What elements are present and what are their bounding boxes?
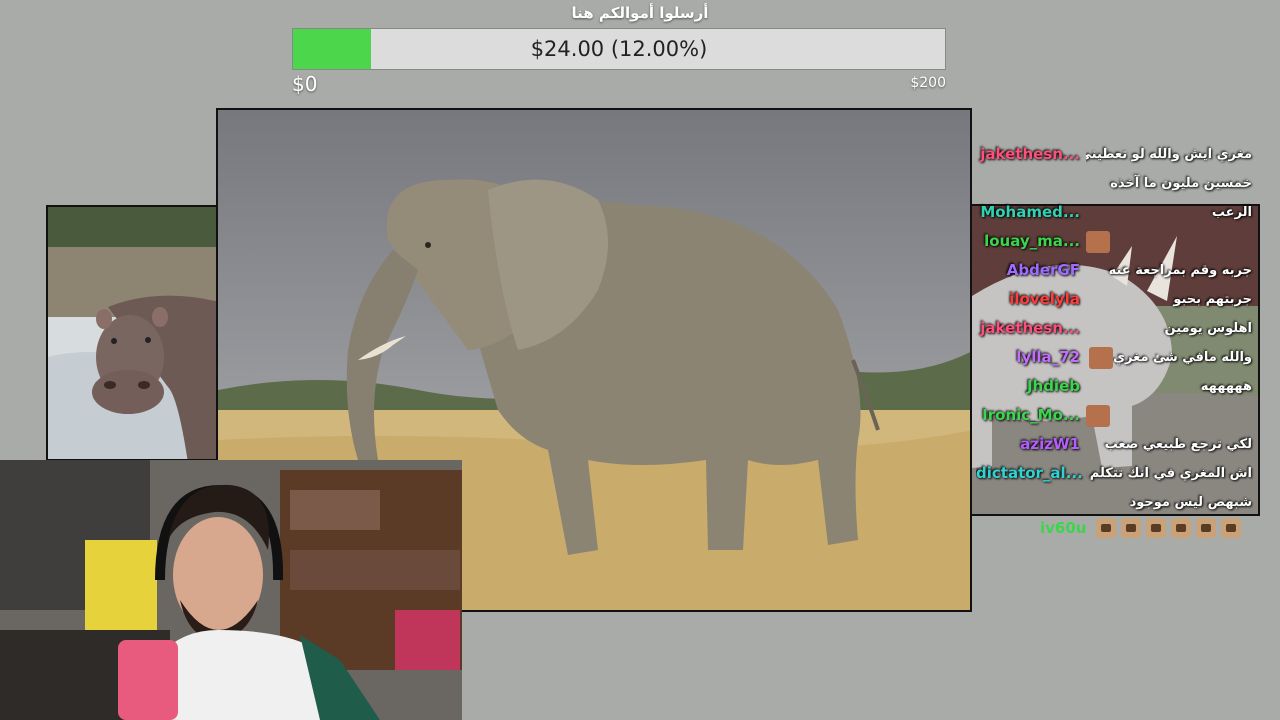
box-cat-emote — [1121, 518, 1142, 538]
goal-min-label: $0 — [292, 72, 318, 96]
chat-username[interactable]: ilovelyla — [976, 285, 1086, 314]
chat-username[interactable]: lylla_72 — [976, 343, 1086, 372]
chat-last-row: iv60u — [1040, 518, 1246, 538]
chat-username[interactable]: Ironic_Mo... — [976, 401, 1086, 430]
box-cat-emote — [1171, 518, 1192, 538]
goal-max-label: $200 — [910, 75, 946, 91]
chat-message: خمسين مليون ما آخذه — [976, 169, 1266, 198]
goal-progress-bar: $24.00 (12.00%) — [292, 28, 946, 70]
chat-message-text: جربتهم بحبو — [1086, 285, 1266, 314]
chat-text: اش المغري في انك تتكلم مع — [1086, 466, 1252, 481]
chat-text: جربه وقم بمراجعة عنه — [1108, 263, 1252, 278]
chat-list: jakethesn... مغري ايش والله لو تعطيني خمسي… — [976, 140, 1266, 517]
hippo-image — [46, 205, 218, 461]
streamer-webcam — [0, 460, 462, 720]
box-cat-emote — [1146, 518, 1167, 538]
chat-message: شبهص ليس موجود — [976, 488, 1266, 517]
chat-message-text: مغري ايش والله لو تعطيني — [1086, 140, 1266, 169]
chat-message-text — [1086, 227, 1266, 256]
chat-username[interactable]: azizW1 — [976, 430, 1086, 459]
chat-username[interactable]: Mohamed... — [976, 198, 1086, 227]
face-emote — [1089, 346, 1114, 369]
chat-message-text: اش المغري في انك تتكلم مع — [1086, 459, 1266, 488]
chat-text: جربتهم بحبو — [1173, 292, 1252, 307]
face-emote — [1086, 404, 1110, 427]
chat-message-text: هههههه — [1086, 372, 1266, 401]
chat-text: لكي ترجع طبيعي صعب — [1104, 437, 1252, 452]
chat-message: lylla_72 والله مافي شئ مغري — [976, 343, 1266, 372]
face-emote — [1086, 230, 1110, 253]
chat-message-text: خمسين مليون ما آخذه — [1086, 169, 1266, 198]
chat-text: الرعب — [1211, 205, 1252, 220]
chat-username[interactable]: AbderGF — [976, 256, 1086, 285]
chat-message: Mohamed... الرعب — [976, 198, 1266, 227]
chat-message: jakethesn... مغري ايش والله لو تعطيني — [976, 140, 1266, 169]
chat-message: dictator_al... اش المغري في انك تتكلم مع — [976, 459, 1266, 488]
chat-message: louay_ma... — [976, 227, 1266, 256]
goal-title: أرسلوا أموالكم هنا — [571, 4, 709, 22]
goal-amount-label: $24.00 (12.00%) — [530, 37, 708, 61]
chat-text: شبهص ليس موجود — [1129, 495, 1252, 510]
chat-message: AbderGF جربه وقم بمراجعة عنه — [976, 256, 1266, 285]
chat-message-text: الرعب — [1086, 198, 1266, 227]
chat-emote-group — [1096, 518, 1246, 538]
chat-username[interactable]: louay_ma... — [976, 227, 1086, 256]
chat-message: jakethesn... اهلوس يومين — [976, 314, 1266, 343]
chat-message-text — [1086, 401, 1266, 430]
chat-message: azizW1 لكي ترجع طبيعي صعب — [976, 430, 1266, 459]
chat-message: ilovelyla جربتهم بحبو — [976, 285, 1266, 314]
chat-message-text: شبهص ليس موجود — [1086, 488, 1266, 517]
chat-text: اهلوس يومين — [1164, 321, 1252, 336]
box-cat-emote — [1221, 518, 1242, 538]
chat-text: والله مافي شئ مغري — [1113, 350, 1252, 365]
chat-text: خمسين مليون ما آخذه — [1110, 176, 1252, 191]
chat-username[interactable]: jakethesn... — [976, 140, 1086, 169]
chat-message-text: جربه وقم بمراجعة عنه — [1086, 256, 1266, 285]
box-cat-emote — [1096, 518, 1117, 538]
chat-username[interactable]: dictator_al... — [976, 459, 1086, 488]
chat-message: Jhdieb هههههه — [976, 372, 1266, 401]
chat-message-text: لكي ترجع طبيعي صعب — [1086, 430, 1266, 459]
box-cat-emote — [1196, 518, 1217, 538]
chat-message-text: اهلوس يومين — [1086, 314, 1266, 343]
chat-username[interactable]: Jhdieb — [976, 372, 1086, 401]
chat-text: مغري ايش والله لو تعطيني — [1086, 147, 1252, 162]
chat-username[interactable]: jakethesn... — [976, 314, 1086, 343]
chat-username[interactable]: iv60u — [1040, 519, 1086, 537]
chat-text: هههههه — [1200, 379, 1252, 394]
chat-message: Ironic_Mo... — [976, 401, 1266, 430]
chat-message-text: والله مافي شئ مغري — [1086, 343, 1266, 372]
